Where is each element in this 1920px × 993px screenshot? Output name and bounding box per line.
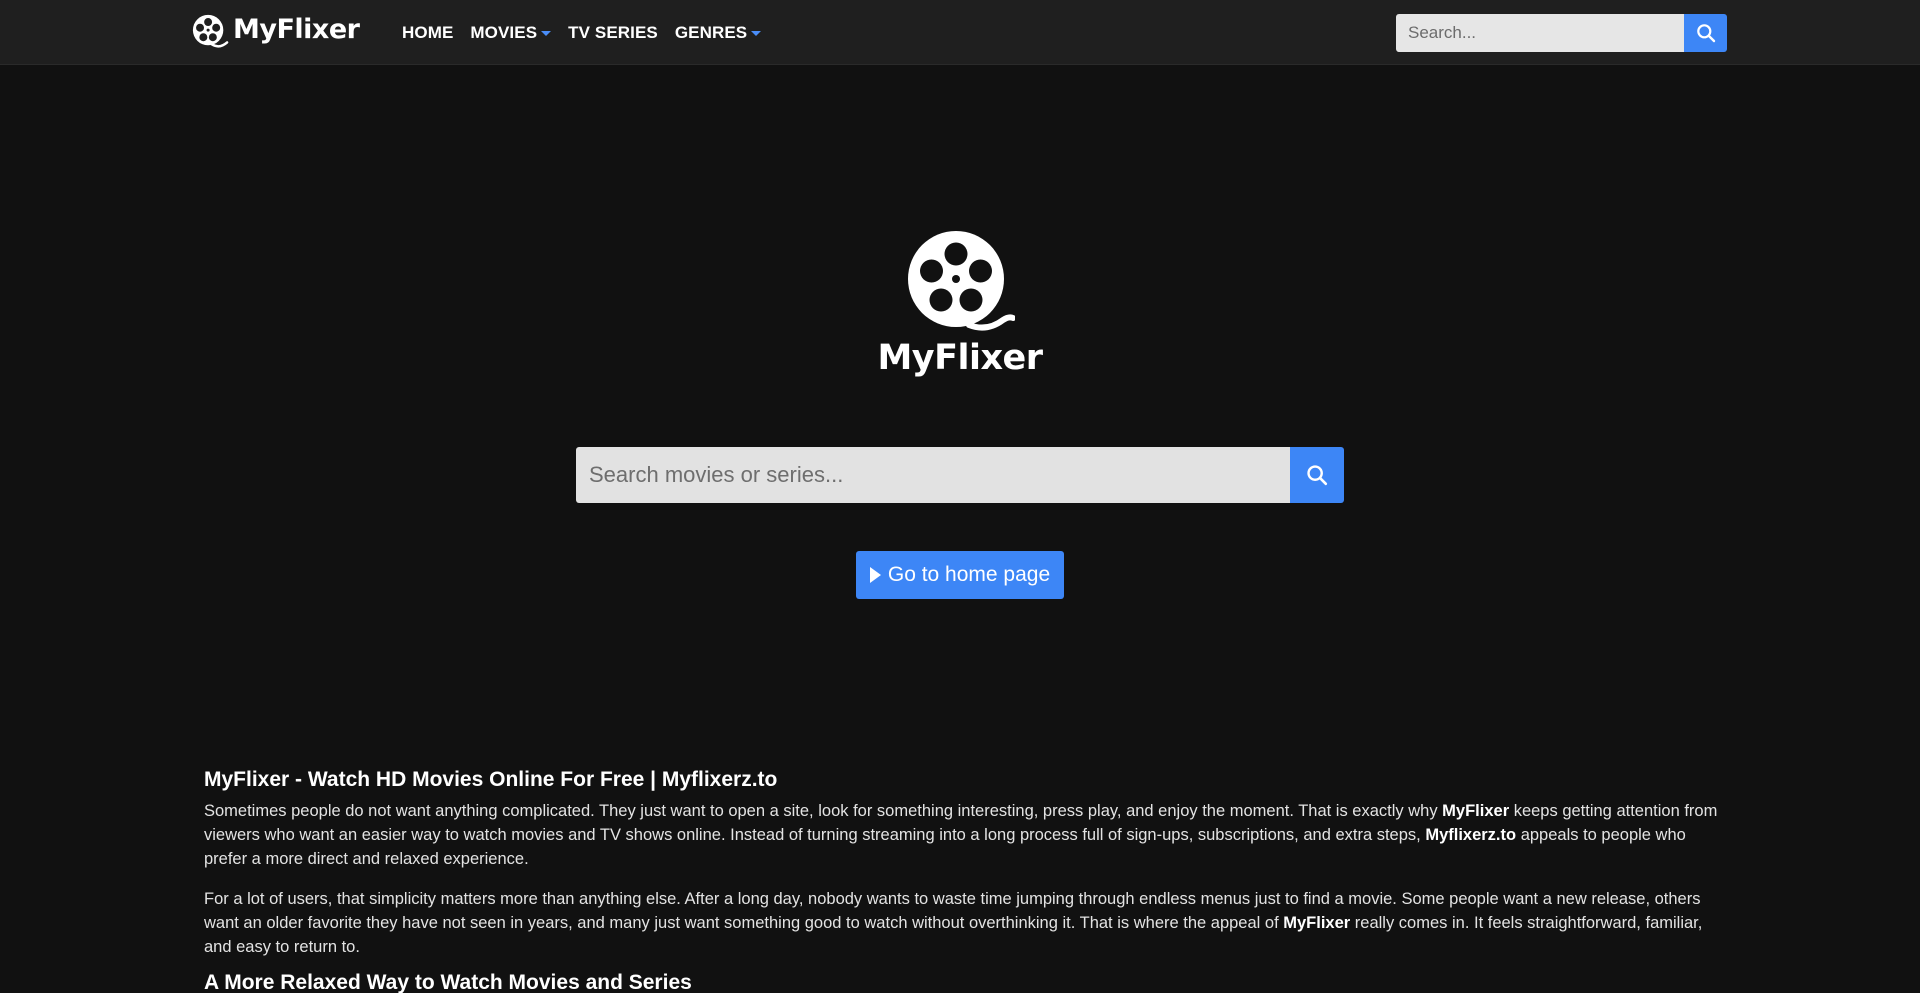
brand-logo-link[interactable]: MyFlixer xyxy=(191,12,360,52)
nav-movies[interactable]: MOVIES xyxy=(470,22,552,43)
top-navbar: MyFlixer HOME MOVIES TV SERIES GENRES xyxy=(0,0,1920,65)
article-paragraph-2: For a lot of users, that simplicity matt… xyxy=(204,887,1720,959)
film-reel-icon xyxy=(908,231,1015,331)
nav-genres-label: GENRES xyxy=(674,22,748,42)
search-icon xyxy=(1307,465,1328,486)
header-search xyxy=(1396,14,1727,52)
seo-article: MyFlixer - Watch HD Movies Online For Fr… xyxy=(204,766,1720,993)
caret-down-icon xyxy=(751,31,762,36)
hero-search xyxy=(576,447,1344,503)
caret-down-icon xyxy=(541,31,552,36)
film-reel-icon xyxy=(192,14,229,48)
brand-name: MyFlixer xyxy=(233,13,360,45)
nav-tv-series[interactable]: TV SERIES xyxy=(568,23,658,43)
hero-search-input[interactable] xyxy=(576,447,1290,503)
go-home-button[interactable]: Go to home page xyxy=(856,551,1064,599)
p2-bold-myflixer: MyFlixer xyxy=(1283,914,1351,932)
nav-home-label: HOME xyxy=(402,22,454,42)
p1-bold-domain: Myflixerz.to xyxy=(1425,826,1517,844)
play-icon xyxy=(869,567,881,583)
header-search-input[interactable] xyxy=(1396,14,1684,52)
p1-bold-myflixer: MyFlixer xyxy=(1442,802,1510,820)
hero-logo: MyFlixer xyxy=(877,230,1043,390)
article-subheading: A More Relaxed Way to Watch Movies and S… xyxy=(204,971,692,993)
go-home-label: Go to home page xyxy=(887,563,1051,586)
main-nav: HOME MOVIES TV SERIES GENRES xyxy=(402,0,762,65)
header-search-button[interactable] xyxy=(1684,14,1727,52)
nav-home[interactable]: HOME xyxy=(402,23,453,43)
article-title: MyFlixer - Watch HD Movies Online For Fr… xyxy=(204,768,778,791)
nav-genres[interactable]: GENRES xyxy=(674,22,762,43)
nav-tv-series-label: TV SERIES xyxy=(568,22,658,42)
hero-search-button[interactable] xyxy=(1290,447,1344,503)
p1-text-a: Sometimes people do not want anything co… xyxy=(204,802,1443,820)
search-icon xyxy=(1696,24,1715,43)
article-paragraph-1: Sometimes people do not want anything co… xyxy=(204,799,1720,871)
hero-brand-name: MyFlixer xyxy=(877,338,1043,378)
nav-movies-label: MOVIES xyxy=(470,22,538,42)
